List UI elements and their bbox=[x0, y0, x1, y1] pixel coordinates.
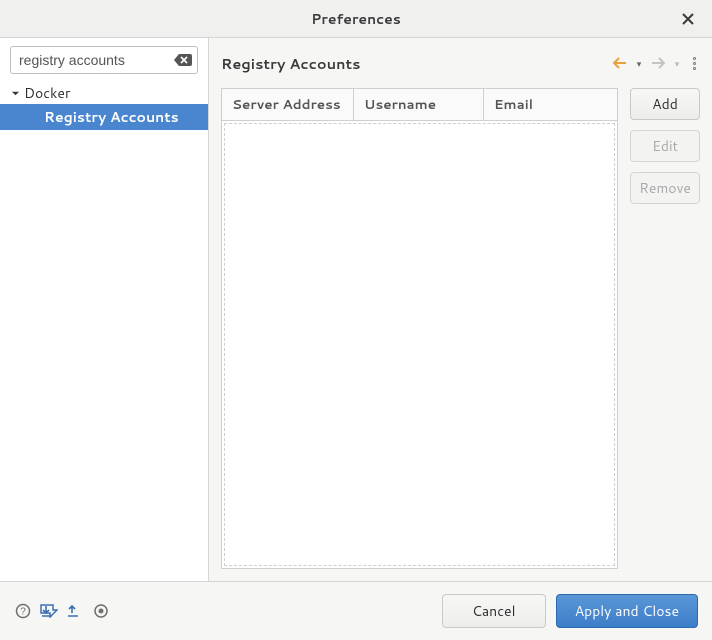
cancel-button[interactable]: Cancel bbox=[442, 594, 546, 628]
table-body-empty[interactable] bbox=[224, 123, 615, 566]
nav-back-icon[interactable] bbox=[612, 55, 628, 71]
window-title: Preferences bbox=[311, 9, 401, 29]
table-actions: Add Edit Remove bbox=[630, 88, 700, 569]
nav-forward-icon bbox=[650, 55, 666, 71]
close-button[interactable] bbox=[674, 0, 702, 38]
page-nav: ▾ ▾ bbox=[612, 55, 700, 71]
apply-and-close-button[interactable]: Apply and Close bbox=[556, 594, 698, 628]
col-email[interactable]: Email bbox=[484, 89, 617, 120]
svg-text:?: ? bbox=[20, 607, 26, 618]
footer-tools: ? bbox=[14, 602, 434, 620]
nav-back-menu[interactable]: ▾ bbox=[634, 55, 644, 71]
nav-forward-menu[interactable]: ▾ bbox=[672, 55, 682, 71]
title-bar: Preferences bbox=[0, 0, 712, 38]
help-icon[interactable]: ? bbox=[14, 602, 32, 620]
accounts-table: Server Address Username Email bbox=[221, 88, 618, 569]
filter-search-wrap bbox=[10, 46, 198, 74]
tree-node-docker[interactable]: Docker bbox=[0, 82, 208, 104]
col-server-address[interactable]: Server Address bbox=[222, 89, 354, 120]
page-header: Registry Accounts ▾ ▾ bbox=[221, 46, 700, 80]
edit-button: Edit bbox=[630, 130, 700, 162]
tree-node-label: Docker bbox=[24, 83, 70, 103]
caret-down-icon bbox=[10, 88, 20, 98]
dialog-footer: ? Cancel Apply and Close bbox=[0, 582, 712, 640]
col-username[interactable]: Username bbox=[354, 89, 484, 120]
add-button[interactable]: Add bbox=[630, 88, 700, 120]
import-icon[interactable] bbox=[40, 602, 58, 620]
preference-page: Registry Accounts ▾ ▾ bbox=[209, 38, 712, 581]
oomph-icon[interactable] bbox=[92, 602, 110, 620]
preferences-tree: Docker Registry Accounts bbox=[0, 80, 208, 581]
export-icon[interactable] bbox=[66, 602, 84, 620]
tree-item-label: Registry Accounts bbox=[44, 107, 179, 127]
filter-search-input[interactable] bbox=[10, 46, 198, 74]
sidebar: Docker Registry Accounts bbox=[0, 38, 209, 581]
tree-item-registry-accounts[interactable]: Registry Accounts bbox=[0, 104, 208, 130]
page-title: Registry Accounts bbox=[221, 53, 612, 74]
remove-button: Remove bbox=[630, 172, 700, 204]
clear-search-icon[interactable] bbox=[174, 53, 192, 67]
table-header: Server Address Username Email bbox=[222, 89, 617, 121]
page-menu-icon[interactable] bbox=[688, 57, 700, 70]
